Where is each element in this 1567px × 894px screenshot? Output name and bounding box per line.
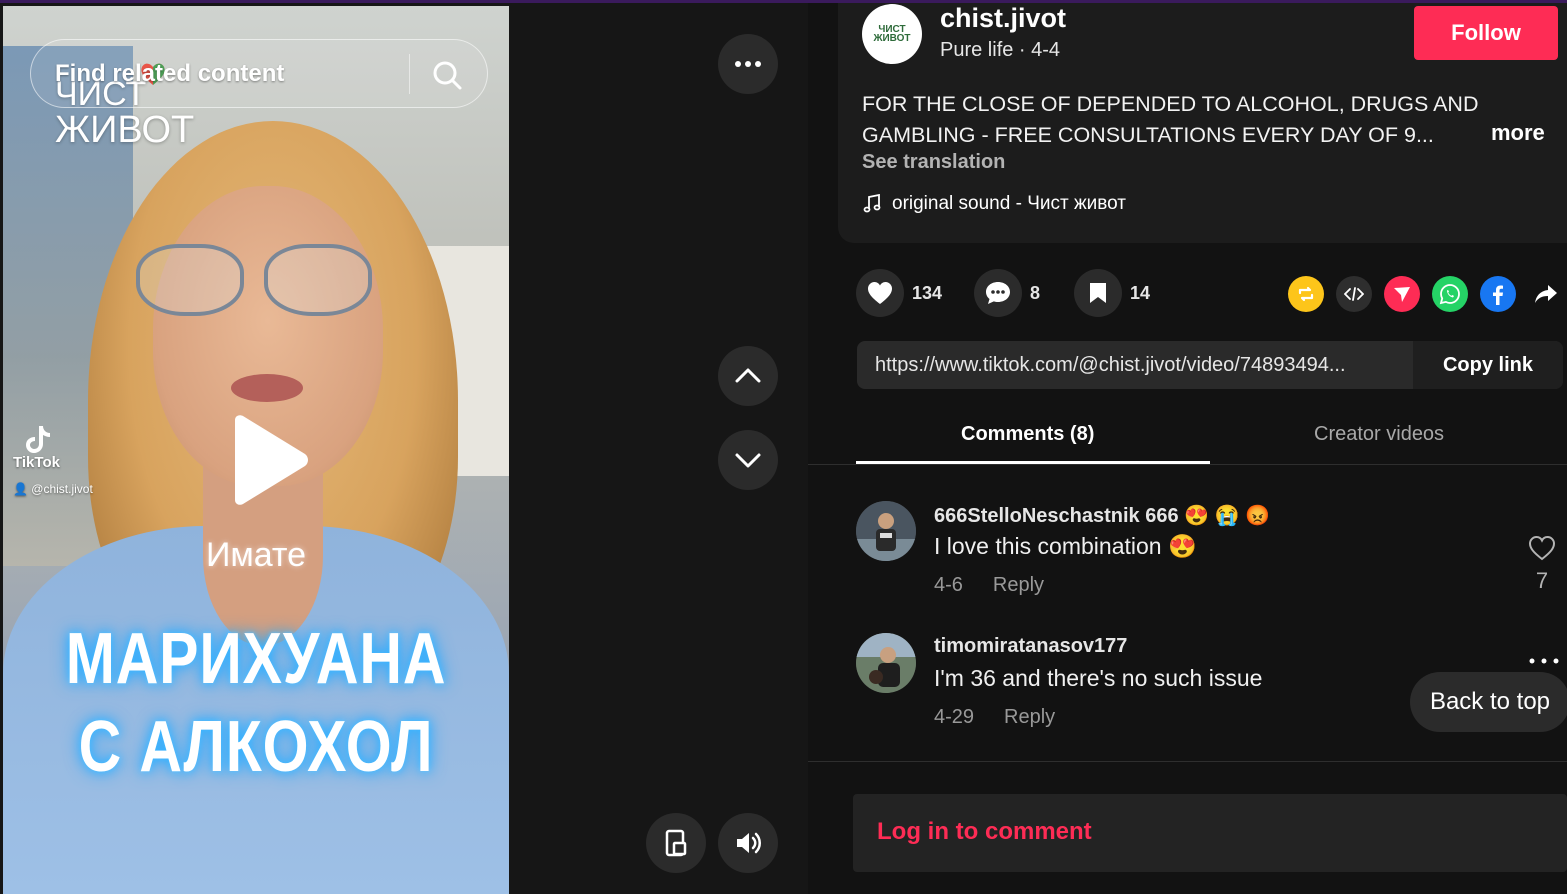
comment-bubble-icon [986,282,1010,304]
send-icon [1394,287,1410,302]
mini-player-icon [665,829,687,857]
comment-like-count: 7 [1535,568,1549,593]
more-share-button[interactable] [1528,276,1564,312]
video-area: ЧИСТ ЖИВОТ Find related content TikTok 👤… [0,3,808,894]
author-username[interactable]: chist.jivot [940,3,1066,34]
share-arrow-icon [1535,285,1557,303]
comment-item: 666StelloNeschastnik 666 😍 😭 😡 I love th… [856,501,1556,611]
whatsapp-share-button[interactable] [1432,276,1468,312]
search-icon[interactable] [431,59,463,91]
search-divider [409,54,410,94]
back-to-top-button[interactable]: Back to top [1410,672,1567,732]
commenter-avatar[interactable] [856,633,916,693]
author-subline: Pure life · 4-4 [940,39,1061,61]
commenter-name[interactable]: timomiratanasov177 [934,635,1127,658]
repost-button[interactable] [1288,276,1324,312]
music-note-icon [863,194,881,213]
caption-small: Имате [205,536,307,574]
person-mouth [231,374,303,402]
comment-action[interactable]: 8 [974,269,1040,317]
post-description: FOR THE CLOSE OF DEPENDED TO ALCOHOL, DR… [862,92,1479,147]
comment-button[interactable] [974,269,1022,317]
tiktok-watermark: TikTok [13,424,60,471]
play-icon[interactable] [221,414,311,506]
save-count: 14 [1130,282,1151,303]
previous-video-button[interactable] [718,346,778,406]
login-to-comment-link[interactable]: Log in to comment [877,818,1092,846]
sound-link[interactable]: original sound - Чист живот [862,193,1126,215]
copy-link-button[interactable]: Copy link [1413,341,1563,389]
floating-player-button[interactable] [646,813,706,873]
detail-panel: ЧИСТ ЖИВОТ chist.jivot Pure life · 4-4 F… [808,3,1567,894]
comment-date: 4-6 [934,574,963,596]
comment-like[interactable]: 7 [1528,535,1556,594]
author-avatar[interactable]: ЧИСТ ЖИВОТ [862,4,922,64]
like-action[interactable]: 134 [856,269,942,317]
search-placeholder[interactable]: Find related content [55,60,284,88]
comment-meta: 4-6 Reply [934,574,1044,597]
comment-meta: 4-29 Reply [934,706,1055,729]
caption-line-1: МАРИХУАНА [65,619,447,699]
video-link[interactable]: https://www.tiktok.com/@chist.jivot/vide… [875,354,1395,377]
reply-button[interactable]: Reply [1004,706,1055,729]
comment-date: 4-29 [934,706,975,728]
bookmark-icon [1090,283,1106,303]
volume-icon [737,832,761,854]
code-icon [1344,287,1364,301]
caption-line-2: С АЛКОХОЛ [78,707,434,787]
embed-button[interactable] [1336,276,1372,312]
commenter-name[interactable]: 666StelloNeschastnik 666 😍 😭 😡 [934,503,1270,528]
follow-button[interactable]: Follow [1414,6,1558,60]
divider [808,761,1567,762]
tiktok-watermark-handle: 👤 @chist.jivot [13,482,93,496]
ellipsis-icon [735,61,761,67]
heart-icon [868,282,892,304]
see-translation-link[interactable]: See translation [862,151,1005,174]
facebook-icon [1493,285,1503,305]
commenter-avatar[interactable] [856,501,916,561]
comment-text: I'm 36 and there's no such issue [934,665,1263,691]
find-related-search[interactable]: Find related content [30,39,488,108]
glasses [136,244,376,322]
tab-creator-videos[interactable]: Creator videos [1314,423,1444,446]
comment-count: 8 [1030,282,1041,303]
like-button[interactable] [856,269,904,317]
comment-text: I love this combination 😍 [934,533,1197,559]
share-link-row: https://www.tiktok.com/@chist.jivot/vide… [857,341,1563,389]
comments-tabs: Comments (8) Creator videos [808,413,1567,465]
repost-icon [1298,286,1314,302]
save-action[interactable]: 14 [1074,269,1150,317]
like-count: 134 [912,282,943,303]
save-button[interactable] [1074,269,1122,317]
more-options-button[interactable] [718,34,778,94]
heart-outline-icon[interactable] [1528,535,1556,561]
sound-name[interactable]: original sound - Чист живот [892,193,1126,215]
login-to-comment-box[interactable]: Log in to comment [853,794,1567,872]
send-to-friends-button[interactable] [1384,276,1420,312]
volume-button[interactable] [718,813,778,873]
next-video-button[interactable] [718,430,778,490]
active-tab-indicator [856,461,1210,464]
facebook-share-button[interactable] [1480,276,1516,312]
more-button[interactable]: more [1491,120,1545,146]
video-player[interactable]: ЧИСТ ЖИВОТ Find related content TikTok 👤… [3,6,509,894]
reply-button[interactable]: Reply [993,574,1044,597]
chevron-down-icon [735,453,761,468]
whatsapp-icon [1439,284,1460,305]
comment-more-icon[interactable] [1528,641,1560,673]
chevron-up-icon [735,368,761,383]
tiktok-logo-icon [26,426,50,453]
post-card: ЧИСТ ЖИВОТ chist.jivot Pure life · 4-4 F… [838,3,1567,243]
tab-comments[interactable]: Comments (8) [961,423,1094,446]
